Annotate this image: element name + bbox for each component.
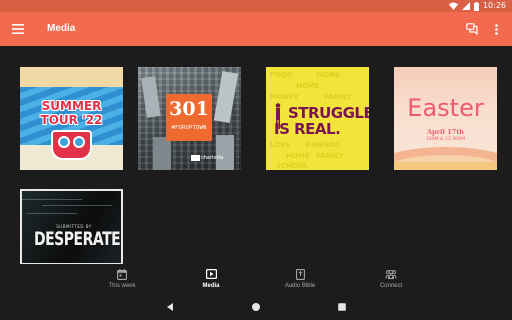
tile-art xyxy=(216,135,234,170)
tile-title: Easter xyxy=(407,94,484,122)
tile-title-line-1: SUMMER xyxy=(41,99,102,113)
nav-label: Connect xyxy=(379,283,403,289)
tile-art xyxy=(27,213,77,214)
bg-word: HOME xyxy=(296,82,320,90)
bg-word: FAMILY xyxy=(324,93,352,101)
more-button[interactable] xyxy=(489,21,503,37)
tile-number: 301 xyxy=(169,98,209,120)
tile-times: 10AM & 11:30AM xyxy=(426,137,465,142)
screen: 10:26 Media SUMMER TOUR '22 301 #FORUPTO… xyxy=(0,0,512,320)
tile-title: DESPERATE xyxy=(34,229,121,251)
tile-tag: #FORUPTOWN xyxy=(171,125,207,131)
nav-item-audio-bible[interactable]: Audio Bible xyxy=(270,264,330,294)
chat-icon xyxy=(466,23,478,35)
calendar-icon xyxy=(116,268,128,280)
nav-label: Audio Bible xyxy=(284,283,316,289)
bg-word: FAMILY xyxy=(316,152,344,160)
nav-item-connect[interactable]: Connect xyxy=(361,264,421,294)
tile-art xyxy=(394,162,497,170)
tile-badge xyxy=(51,130,92,160)
media-tile-desperate[interactable]: SUBMITTED BY DESPERATE xyxy=(20,189,123,265)
nav-label: Media xyxy=(202,283,220,289)
media-tile-summer-tour[interactable]: SUMMER TOUR '22 xyxy=(20,67,123,170)
app-bar: Media xyxy=(0,12,512,46)
status-icons: 10:26 xyxy=(448,1,506,11)
bg-word: HOME xyxy=(286,152,310,160)
bg-word: SCHOOL xyxy=(276,162,309,170)
home-icon[interactable] xyxy=(250,301,262,313)
tile-art xyxy=(22,199,82,200)
system-nav-bar xyxy=(0,294,512,320)
bg-word: WORK xyxy=(316,71,341,79)
nav-label: This week xyxy=(108,283,136,289)
wifi-icon xyxy=(448,2,458,10)
battery-icon xyxy=(473,1,479,11)
more-vert-icon xyxy=(494,23,498,35)
tile-title-line-2: TOUR '22 xyxy=(40,113,103,127)
chat-button[interactable] xyxy=(464,21,480,37)
bg-word: MONEY xyxy=(270,93,299,101)
bg-word: FRIENDS xyxy=(306,141,341,149)
tile-art xyxy=(73,136,85,148)
tile-art xyxy=(153,137,171,170)
tile-logo: charlotte xyxy=(201,155,224,161)
menu-icon xyxy=(12,24,24,34)
play-icon xyxy=(205,268,217,280)
menu-button[interactable] xyxy=(9,20,27,38)
bottom-nav: This week Media Audio Bible Connect xyxy=(0,264,512,294)
tile-art xyxy=(58,136,70,148)
signal-icon xyxy=(461,2,470,10)
recents-icon[interactable] xyxy=(336,301,348,313)
bg-word: FOOD xyxy=(270,71,293,79)
bg-word: LOVE xyxy=(270,141,291,149)
nav-item-this-week[interactable]: This week xyxy=(92,264,152,294)
back-icon[interactable] xyxy=(164,301,176,313)
media-tile-easter[interactable]: Easter April 17th 10AM & 11:30AM xyxy=(394,67,497,170)
tile-title-line-2: IS REAL. xyxy=(274,120,341,138)
status-bar: 10:26 xyxy=(0,0,512,12)
people-icon xyxy=(385,268,397,280)
status-time: 10:26 xyxy=(482,1,506,10)
page-title: Media xyxy=(47,23,76,34)
logo xyxy=(191,155,200,161)
tile-date: April 17th xyxy=(427,128,464,136)
nav-item-media[interactable]: Media xyxy=(181,264,241,294)
media-tile-forum-town[interactable]: 301 #FORUPTOWN charlotte xyxy=(138,67,241,170)
tile-art xyxy=(42,205,112,206)
book-icon xyxy=(294,268,306,280)
media-tile-struggle-is-real[interactable]: FOOD WORK HOME FAMILY MONEY FRIENDS LOVE… xyxy=(266,67,369,170)
